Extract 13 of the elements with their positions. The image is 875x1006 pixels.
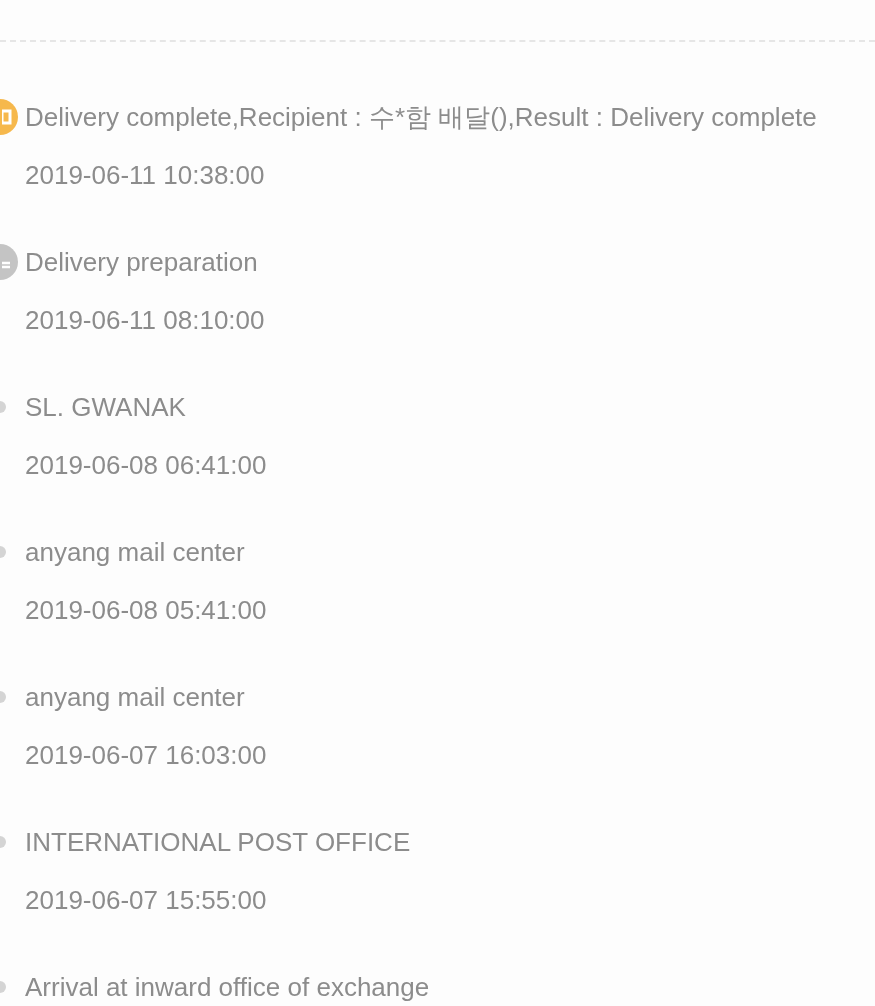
event-time: 2019-06-07 16:03:00 [25, 739, 267, 772]
event-status: SL. GWANAK [25, 391, 187, 424]
event-time: 2019-06-11 08:10:00 [25, 304, 265, 337]
event-time: 2019-06-07 15:55:00 [25, 884, 268, 917]
event-status: anyang mail center [25, 681, 246, 714]
event-status: Arrival at inward office of exchange [25, 971, 430, 1004]
event-time: 2019-06-08 06:41:00 [25, 449, 267, 482]
event-time: 2019-06-08 05:41:00 [25, 594, 267, 627]
event-status: Delivery preparation [25, 246, 259, 279]
event-status: anyang mail center [25, 536, 246, 569]
event-time: 2019-06-11 10:38:00 [25, 159, 266, 192]
event-status: Delivery complete,Recipient : 수*함 배달(),Result : Delivery complete [25, 101, 817, 134]
event-status: INTERNATIONAL POST OFFICE [25, 826, 411, 859]
